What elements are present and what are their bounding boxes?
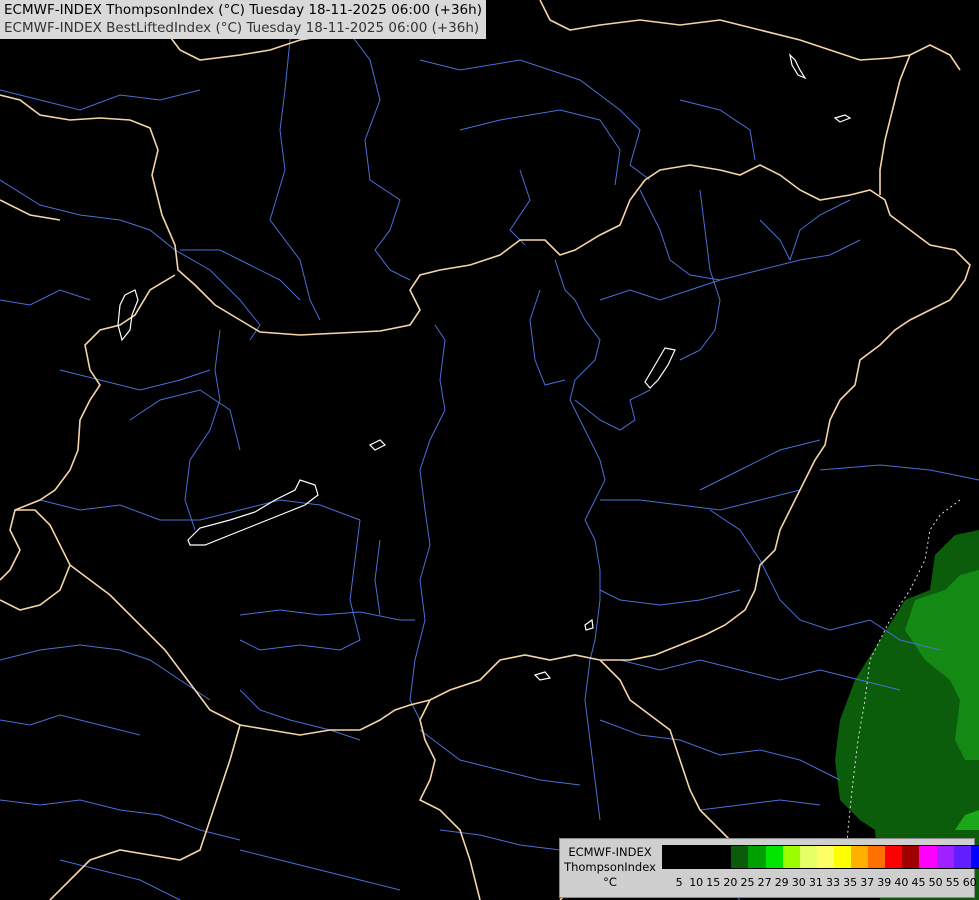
legend-tick: 10 (689, 876, 704, 889)
legend-tick: 27 (757, 876, 772, 889)
legend-tick: 20 (723, 876, 738, 889)
legend-tick: 39 (877, 876, 892, 889)
legend-tick: 31 (808, 876, 823, 889)
legend-tick: 35 (843, 876, 858, 889)
legend-swatch (816, 846, 834, 868)
title-line-thompson: ECMWF-INDEX ThompsonIndex (°C) Tuesday 1… (4, 2, 482, 18)
legend-tick: 45 (911, 876, 926, 889)
legend-swatch (697, 846, 715, 868)
legend-tick: 30 (791, 876, 806, 889)
legend-swatch (936, 846, 954, 868)
legend-swatch (970, 846, 979, 868)
legend-swatch (851, 846, 869, 868)
legend-swatch (953, 846, 971, 868)
legend-swatch (919, 846, 937, 868)
legend-swatch (663, 846, 681, 868)
legend-unit: °C (603, 875, 617, 889)
color-legend: ECMWF-INDEX ThompsonIndex °C 5 10 15 20 25 27… (559, 838, 979, 898)
legend-tick: 25 (740, 876, 755, 889)
legend-swatch (731, 846, 749, 868)
legend-swatches (662, 845, 979, 869)
legend-tick: 40 (894, 876, 909, 889)
legend-tick: 5 (675, 876, 683, 889)
legend-label: ECMWF-INDEX ThompsonIndex °C (564, 845, 656, 890)
weather-map (0, 0, 979, 900)
legend-tick: 50 (928, 876, 943, 889)
legend-swatch (714, 846, 732, 868)
legend-tick: 55 (945, 876, 960, 889)
legend-swatch (868, 846, 886, 868)
legend-model: ECMWF-INDEX (568, 845, 652, 859)
legend-tick: 60 (962, 876, 977, 889)
legend-swatch (748, 846, 766, 868)
legend-swatch (782, 846, 800, 868)
legend-tick: 37 (860, 876, 875, 889)
legend-swatch (902, 846, 920, 868)
legend-swatch (680, 846, 698, 868)
legend-swatch (833, 846, 852, 868)
legend-tick: 33 (826, 876, 840, 889)
legend-tick: 15 (706, 876, 721, 889)
legend-parameter: ThompsonIndex (564, 860, 656, 874)
legend-swatch (765, 846, 783, 868)
map-title: ECMWF-INDEX ThompsonIndex (°C) Tuesday 1… (0, 0, 486, 39)
title-line-lifted: ECMWF-INDEX BestLiftedIndex (°C) Tuesday… (4, 20, 480, 36)
legend-swatch (885, 846, 903, 868)
legend-tick: 29 (774, 876, 789, 889)
legend-swatch (799, 846, 817, 868)
